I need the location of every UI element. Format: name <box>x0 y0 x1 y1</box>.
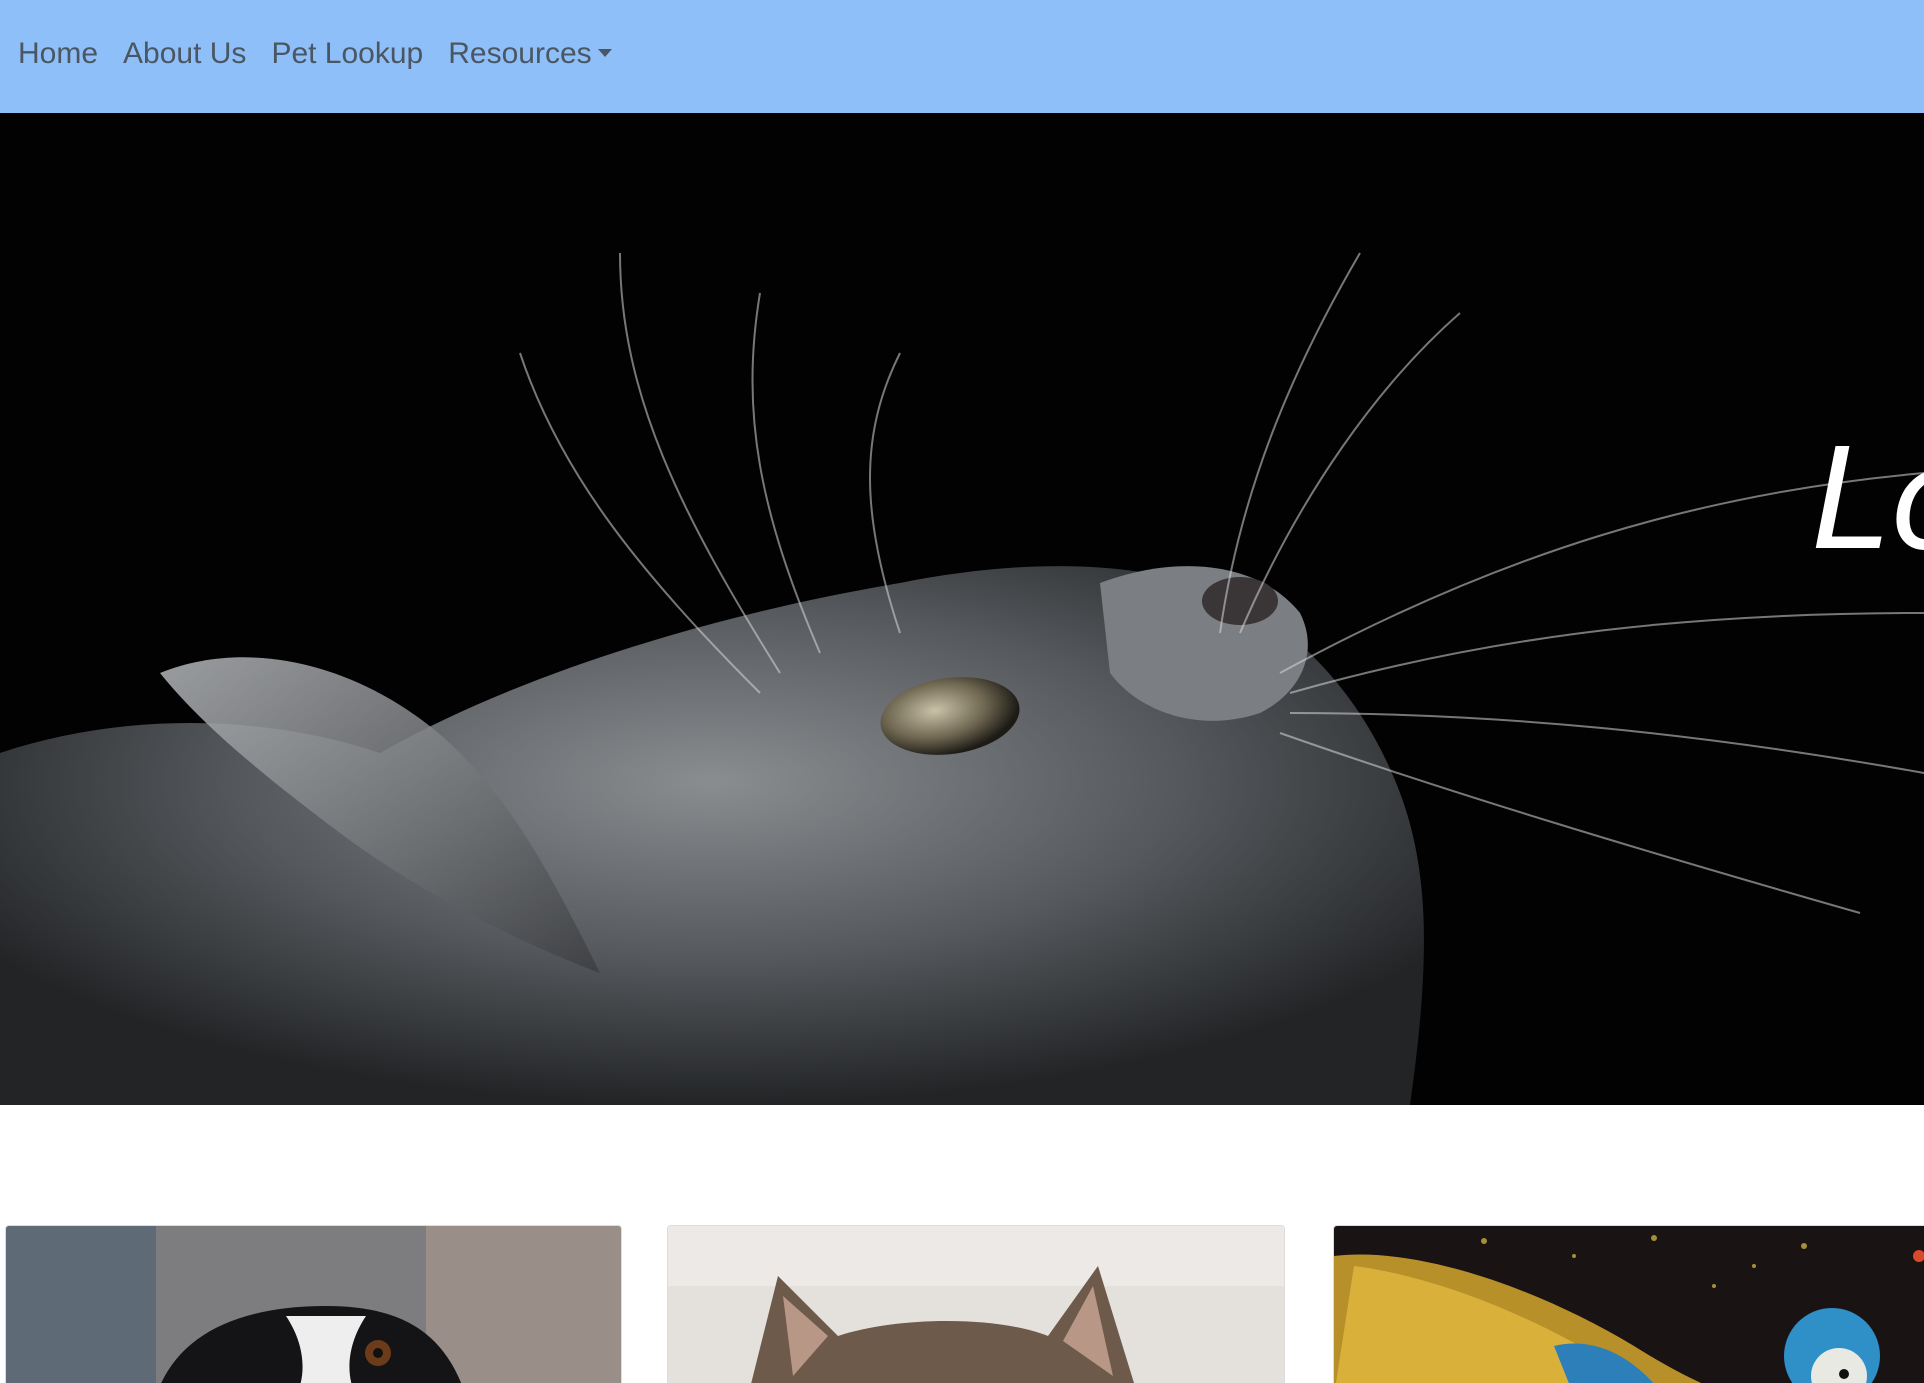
page: Home About Us Pet Lookup Resources L <box>0 0 1924 1383</box>
parrot-image <box>1334 1226 1924 1383</box>
pet-card-cat[interactable] <box>667 1225 1285 1383</box>
navbar: Home About Us Pet Lookup Resources <box>0 0 1924 113</box>
caret-down-icon <box>597 48 612 57</box>
nav-resources-label: Resources <box>448 36 592 70</box>
hero-banner: Lo <box>0 113 1924 1105</box>
nav-resources-dropdown[interactable]: Resources <box>448 36 612 71</box>
nav-about-us-link[interactable]: About Us <box>123 37 246 71</box>
dog-image <box>6 1226 621 1383</box>
nav-home-link[interactable]: Home <box>18 37 98 71</box>
nav-pet-lookup-link[interactable]: Pet Lookup <box>271 37 423 71</box>
pet-card-parrot[interactable] <box>1333 1225 1924 1383</box>
cat-image <box>668 1226 1284 1383</box>
pet-card-dog[interactable] <box>5 1225 622 1383</box>
hero-title: Lo <box>1812 419 1924 582</box>
hero-cat-image <box>0 252 1924 1105</box>
